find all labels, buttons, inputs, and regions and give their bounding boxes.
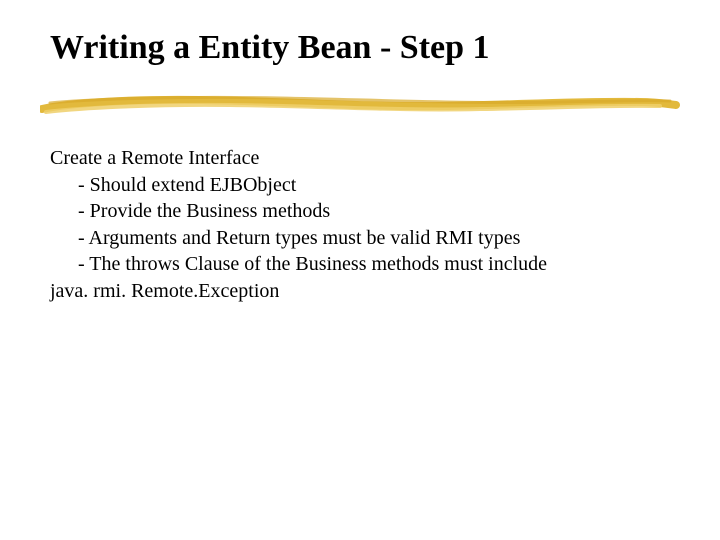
lead-text: Create a Remote Interface: [50, 145, 650, 172]
slide: Writing a Entity Bean - Step 1 Create a …: [0, 0, 720, 345]
bullet-3: - Arguments and Return types must be val…: [50, 225, 650, 252]
tail-text: java. rmi. Remote.Exception: [50, 278, 650, 305]
bullet-1: - Should extend EJBObject: [50, 172, 650, 199]
brush-stroke-icon: [40, 89, 680, 117]
slide-title: Writing a Entity Bean - Step 1: [50, 28, 680, 67]
slide-body: Create a Remote Interface - Should exten…: [50, 145, 650, 305]
bullet-2: - Provide the Business methods: [50, 198, 650, 225]
bullet-4: - The throws Clause of the Business meth…: [50, 251, 650, 278]
title-underline: [40, 89, 680, 117]
